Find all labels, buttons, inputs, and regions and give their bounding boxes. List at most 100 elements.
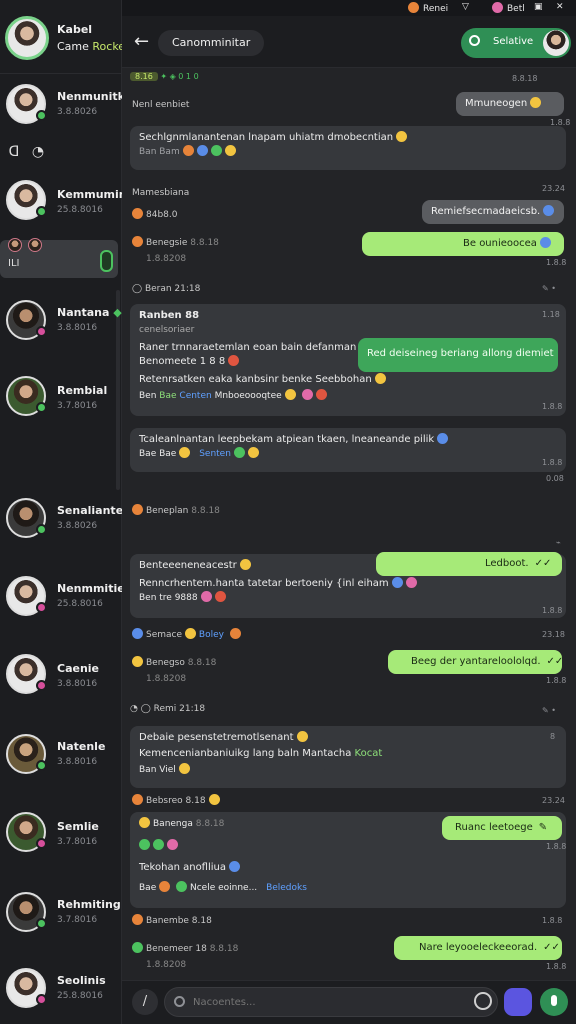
profile-header[interactable]: Kabel Came Rocket [0,0,129,74]
sender-name: Banembe 8.18 [132,914,212,926]
avatar [6,968,47,1008]
message-time: 8.8.18 [512,74,538,83]
search-button[interactable]: Selative [461,28,571,58]
status-bar: Renei ▽ Betl ▣ ✕ [122,0,576,16]
window-icon[interactable]: ▣ [534,2,543,12]
chat-time: 3.8.8026 [57,521,98,531]
mini-avatar [28,238,42,252]
tool-icon[interactable]: ᗡ [6,144,22,160]
message-time: 1.8.8 [542,402,563,411]
message-bubble-outgoing[interactable]: Ruanc leetoege ✎ [442,816,562,840]
close-icon[interactable]: ✕ [556,2,564,12]
sender-sub: 1.8.8208 [146,254,187,264]
avatar [6,300,47,340]
chat-time: 3.7.8016 [57,401,98,411]
message-input[interactable] [164,987,498,1017]
sender-sub: 1.8.8208 [146,674,187,684]
avatar [6,576,47,616]
message-time: 23.18 [542,630,565,639]
message-bubble-incoming[interactable]: Tcaleanlnantan leepbekam atpiean tkaen, … [130,428,566,472]
more-icon[interactable]: ✎ • [542,706,556,715]
chat-list-item[interactable]: Nenmmitie 25.8.8016 [0,572,125,642]
chat-name: Caenie [57,662,100,675]
sticker-button[interactable] [504,988,532,1016]
read-check-icon: ✓✓ [543,942,560,953]
message-time: 1.18 [542,310,560,319]
chat-list-item[interactable]: Rehmiting 3.7.8016 [0,888,122,958]
message-time: 1.8.8 [546,258,567,267]
chat-list-item[interactable]: Nantana ◆ 3.8.8016 [0,296,122,366]
chat-list-item[interactable]: Rembial 3.7.8016 [0,374,122,444]
chat-header: ← Canomminitar Selative [122,16,576,68]
message-time: 8 [550,732,556,741]
message-bubble-outgoing[interactable]: Ledboot. ✓✓ [376,552,562,576]
chat-list-item[interactable]: Senaliante 3.8.8026 [0,494,124,564]
message-time: 1.8.8 [542,606,563,615]
battery-icon [100,250,113,272]
chat-list-item[interactable]: Nenmunitkoa 3.8.8026 [0,80,140,150]
emoji-icon[interactable] [474,992,492,1010]
contact-avatar[interactable] [543,30,569,56]
chat-list-sidebar: Kabel Came Rocket Nenmunitkoa 3.8.8026 ᗡ… [0,0,140,1024]
microphone-button[interactable] [540,988,568,1016]
message-time: 1.8.8 [542,458,563,467]
chat-list-item[interactable]: Semlie 3.7.8016 [0,810,122,880]
message-bubble-incoming[interactable]: Debaie pesenstetremotlsenant Kemencenian… [130,726,566,788]
avatar [6,734,47,774]
chat-time: 3.8.8016 [57,323,98,333]
avatar [6,812,47,852]
sender-sub: 1.8.8208 [146,960,187,970]
sender-name: ◔ ◯ Remi 21:18 [130,704,206,714]
back-arrow-icon[interactable]: ← [134,31,149,52]
search-label: Selative [493,36,534,47]
message-bubble-outgoing[interactable]: Mmuneogen [456,92,564,116]
message-bubble-outgoing[interactable]: Remiefsecmadaeicsb. [422,200,564,224]
date-row: 8.16 ✦ ◈ 0 1 0 [130,72,199,81]
avatar [6,84,47,124]
read-check-icon: ✓✓ [534,558,552,569]
emoji-icon [530,97,542,108]
sender-name: Bebsreo 8.18 [132,794,220,806]
message-bubble-incoming[interactable]: Sechlgnmlanantenan lnapam uhiatm dmobecn… [130,126,566,170]
chat-bubble-icon[interactable]: ◔ [30,144,46,160]
chat-list-item[interactable]: Seolinis 25.8.8016 [0,964,122,1024]
avatar [6,180,47,220]
chat-time: 25.8.8016 [57,991,103,1001]
message-bubble-outgoing[interactable]: Be ounieoocea [362,232,564,256]
chat-list-item[interactable]: Caenie 3.8.8016 [0,652,122,722]
chat-list-item[interactable]: Kemmuminta 25.8.8016 [0,178,139,248]
avatar [6,498,47,538]
more-icon[interactable]: ⌁ [556,538,561,547]
attach-icon[interactable]: / [132,989,158,1015]
chat-time: 3.8.8016 [57,679,98,689]
chat-time: 25.8.8016 [57,599,103,609]
emoji-icon [396,131,408,142]
attachment-icon: ✎ [538,822,548,833]
chat-name: Senaliante [57,504,124,517]
status-item: Renei [408,2,448,14]
more-icon[interactable]: ✎ • [542,284,556,293]
avatar [6,892,47,932]
emoji-icon [543,205,555,216]
sender-name: Semace Boley [132,628,241,640]
sender-name: Beneplan 8.8.18 [132,504,220,516]
chat-time: 3.7.8016 [57,915,98,925]
avatar [6,654,47,694]
message-area[interactable]: 8.16 ✦ ◈ 0 1 0 8.8.18 Nenl eenbiet Mmune… [122,68,576,980]
message-time: 0.08 [546,474,564,483]
chat-list-item[interactable]: Natenle 3.8.8016 [0,730,122,800]
message-bubble-outgoing[interactable]: Nare leyooeleckeeorad. ✓✓ [394,936,562,960]
profile-avatar[interactable] [5,16,49,60]
status-item: Betl [492,2,525,14]
profile-status: Came Rocket [57,40,130,53]
message-composer: / [122,980,576,1024]
search-icon [469,35,480,46]
chat-name: Rehmiting [57,898,121,911]
message-bubble-outgoing[interactable]: Red deiseineg beriang allong diemiet [358,338,558,372]
chat-time: 3.8.8026 [57,107,98,117]
chat-time: 3.7.8016 [57,837,98,847]
avatar [6,376,47,416]
chat-name: Seolinis [57,974,106,987]
chat-title[interactable]: Canomminitar [158,30,265,56]
message-bubble-outgoing[interactable]: Beeg der yantareloololqd. ✓✓ [388,650,562,674]
